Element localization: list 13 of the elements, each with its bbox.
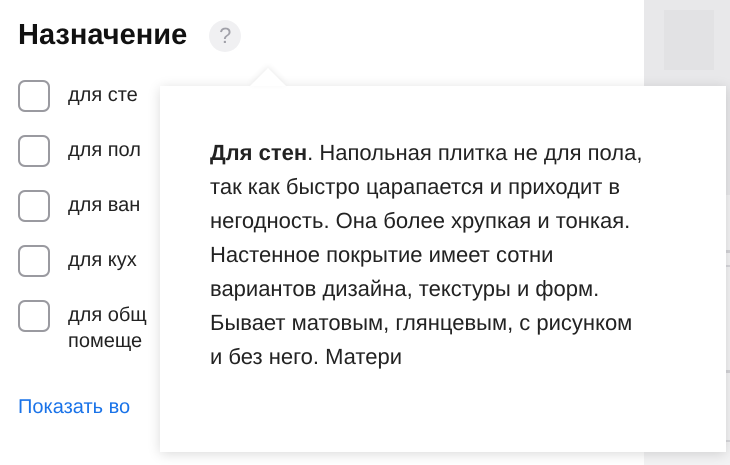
checkbox[interactable] bbox=[18, 134, 50, 166]
checkbox[interactable] bbox=[18, 244, 50, 276]
help-icon[interactable]: ? bbox=[209, 20, 242, 52]
checkbox-label: для общ помеще bbox=[68, 302, 147, 354]
checkbox-label: для сте bbox=[68, 82, 138, 108]
tooltip-text: Для стен. Напольная плитка не для пола, так как быстро царапается и приходит в негодность. Она более хрупкая и тонкая. Настенное покрытие имеет сотни вариантов дизайна, текстуры и форм. Бывает матовым, глянцевым, с рисунком и без него. Матери bbox=[210, 139, 644, 371]
checkbox[interactable] bbox=[18, 300, 50, 332]
checkbox-label: для ван bbox=[68, 192, 140, 218]
checkbox[interactable] bbox=[18, 190, 50, 222]
section-title: Назначение bbox=[18, 18, 188, 53]
checkbox-label: для пол bbox=[68, 138, 141, 162]
checkbox[interactable] bbox=[18, 80, 50, 112]
checkbox-label: для кух bbox=[68, 248, 137, 272]
